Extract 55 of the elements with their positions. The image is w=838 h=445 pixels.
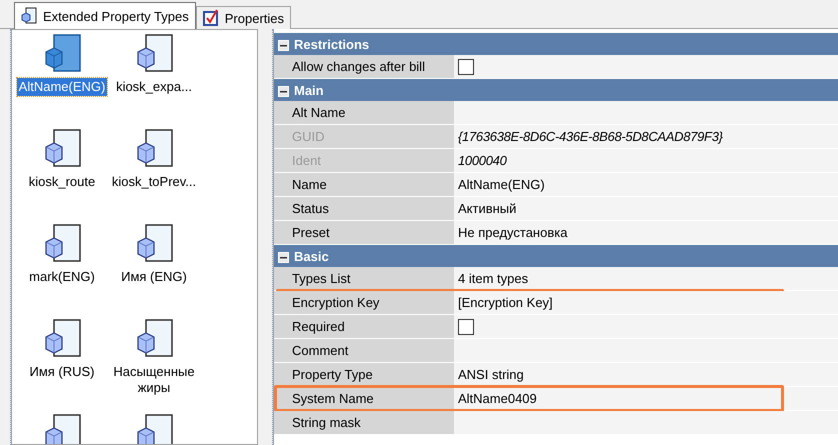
item-label[interactable]: kiosk_route xyxy=(26,173,98,191)
property-label: Alt Name xyxy=(274,101,454,124)
property-label: System Name xyxy=(274,387,454,410)
property-value-cell[interactable]: AltName0409 xyxy=(454,387,838,410)
tab[interactable]: Properties xyxy=(196,6,291,29)
property-value: AltName(ENG) xyxy=(458,177,545,192)
property-value-cell[interactable] xyxy=(454,101,838,124)
property-value-cell[interactable] xyxy=(454,339,838,362)
property-label: Ident xyxy=(274,149,454,172)
property-value: Активный xyxy=(458,201,516,216)
property-label: Allow changes after bill xyxy=(274,55,454,78)
property-value: 4 item types xyxy=(458,271,528,286)
checkbox[interactable] xyxy=(458,58,474,74)
property-label: Preset xyxy=(274,221,454,244)
property-value-cell[interactable]: ANSI string xyxy=(454,363,838,386)
collapse-icon[interactable] xyxy=(278,38,289,50)
item-label[interactable]: Имя (ENG) xyxy=(119,268,189,286)
property-value-cell[interactable]: Не предустановка xyxy=(454,221,838,244)
tab[interactable]: Extended Property Types xyxy=(14,2,196,29)
section-title: Basic xyxy=(294,248,329,264)
checkbox-icon xyxy=(202,9,219,27)
property-value-cell[interactable]: [Encryption Key] xyxy=(454,291,838,314)
property-value: Не предустановка xyxy=(458,225,568,240)
item-label[interactable]: AltName(ENG) xyxy=(16,78,108,96)
property-value-cell[interactable]: AltName(ENG) xyxy=(454,173,838,196)
property-value: [Encryption Key] xyxy=(458,295,553,310)
cube-icon xyxy=(21,7,37,25)
property-value-cell[interactable]: Активный xyxy=(454,197,838,220)
property-value-cell[interactable]: 4 item types xyxy=(454,267,838,290)
property-value-cell[interactable] xyxy=(454,315,838,338)
section-title: Restrictions xyxy=(294,36,370,52)
property-value: ANSI string xyxy=(458,367,524,382)
property-value: 1000040 xyxy=(458,153,507,168)
collapse-icon[interactable] xyxy=(278,84,289,96)
item-label[interactable]: Имя (RUS) xyxy=(27,363,97,381)
collapse-icon[interactable] xyxy=(278,250,289,262)
property-value: {1763638E-8D6C-436E-8B68-5D8CAAD879F3} xyxy=(458,129,723,144)
property-label: Required xyxy=(274,315,454,338)
property-value-cell[interactable] xyxy=(454,411,838,434)
property-label: Name xyxy=(274,173,454,196)
property-label: String mask xyxy=(274,411,454,434)
property-label: Types List xyxy=(274,267,454,290)
property-label: Status xyxy=(274,197,454,220)
item-label[interactable]: kiosk_toPrev... xyxy=(110,173,198,191)
property-value: AltName0409 xyxy=(458,391,537,406)
item-label[interactable]: Насыщенные жиры xyxy=(108,363,200,397)
section-title: Main xyxy=(294,82,324,98)
property-label: Encryption Key xyxy=(274,291,454,314)
property-label: Property Type xyxy=(274,363,454,386)
item-label[interactable]: kiosk_expa... xyxy=(114,78,194,96)
checkbox[interactable] xyxy=(458,318,474,334)
item-label[interactable]: mark(ENG) xyxy=(27,268,97,286)
property-label: Comment xyxy=(274,339,454,362)
property-label: GUID xyxy=(274,125,454,148)
property-value-cell[interactable] xyxy=(454,55,838,78)
